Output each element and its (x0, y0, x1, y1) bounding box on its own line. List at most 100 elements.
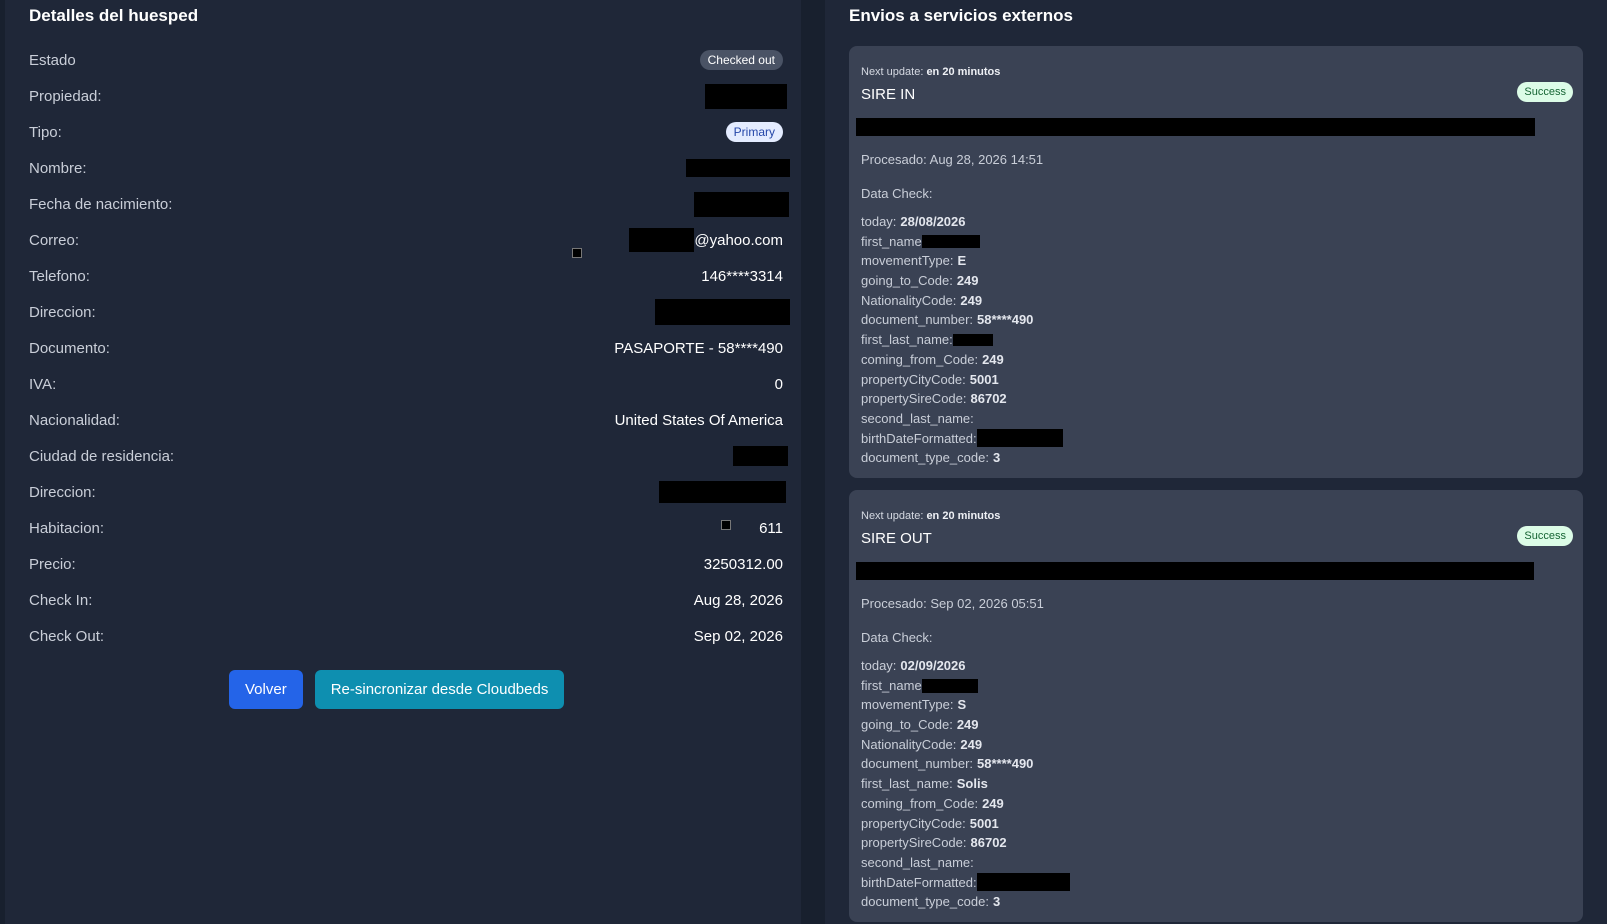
row-label: Ciudad de residencia: (29, 447, 175, 465)
row-label: Nombre: (29, 159, 87, 177)
broken-image-icon (572, 248, 583, 258)
list-item: today: 28/08/2026 (861, 214, 966, 229)
next-update-label: Next update: (861, 66, 924, 78)
next-update: Next update: en 20 minutos (861, 510, 1000, 522)
list-item: going_to_Code: 249 (861, 273, 979, 289)
room-value: 611 (759, 519, 783, 537)
iva-value: 0 (774, 375, 783, 393)
row-label: Fecha de nacimiento: (29, 195, 173, 213)
list-item: first_name (861, 232, 1063, 252)
price-value: 3250312.00 (703, 555, 783, 573)
redacted-value (921, 678, 978, 693)
row-label: Correo: (29, 231, 80, 249)
row-precio: Precio: 3250312.00 (29, 546, 783, 582)
row-label: Documento: (29, 339, 110, 357)
redacted-value (655, 299, 790, 325)
card-title: SIRE IN (861, 86, 916, 103)
list-item: second_last_name: (861, 410, 974, 426)
next-update: Next update: en 20 minutos (861, 66, 1000, 78)
row-direccion: Direccion: (29, 294, 790, 330)
nationality-value: United States Of America (614, 411, 783, 429)
row-nacionalidad: Nacionalidad: United States Of America (29, 402, 783, 438)
row-nombre: Nombre: (29, 150, 790, 186)
list-item: propertyCityCode: 5001 (861, 815, 999, 831)
redacted-value (976, 873, 1070, 892)
list-item: movementType: E (861, 253, 967, 269)
row-check-in: Check In: Aug 28, 2026 (29, 582, 783, 618)
row-iva: IVA: 0 (29, 366, 783, 402)
external-services-title: Envios a servicios externos (849, 6, 1073, 25)
row-telefono: Telefono: 146****3314 (29, 258, 783, 294)
row-label: Precio: (29, 555, 76, 573)
processed-time: Procesado: Sep 02, 2026 05:51 (861, 596, 1044, 611)
status-badge: Success (1517, 526, 1573, 546)
list-item: document_type_code: 3 (861, 450, 1001, 466)
card-title: SIRE OUT (861, 530, 932, 547)
next-update-label: Next update: (861, 510, 924, 522)
redacted-value (856, 118, 1535, 136)
row-label: Check In: (29, 591, 93, 609)
list-item: going_to_Code: 249 (861, 717, 979, 733)
row-label: Estado (29, 51, 76, 69)
redacted-value (694, 191, 789, 217)
redacted-value (952, 333, 993, 346)
redacted-value (629, 228, 695, 252)
list-item: first_last_name: Solis (861, 776, 988, 792)
list-item: document_number: 58****490 (861, 312, 1034, 328)
row-estado: Estado Checked out (29, 42, 783, 78)
row-propiedad: Propiedad: (29, 78, 787, 114)
sync-card-sire-out: Next update: en 20 minutos SIRE OUT Succ… (849, 490, 1583, 922)
row-label: Propiedad: (29, 87, 102, 105)
external-services-panel: Envios a servicios externos Next update:… (825, 0, 1607, 924)
list-item: NationalityCode: 249 (861, 292, 983, 308)
guest-details-panel: Detalles del huesped Estado Checked out … (5, 0, 801, 924)
status-badge: Checked out (699, 50, 783, 70)
list-item: document_type_code: 3 (861, 894, 1001, 910)
redacted-value (976, 429, 1063, 448)
row-label: Tipo: (29, 123, 62, 141)
list-item: document_number: 58****490 (861, 756, 1034, 772)
data-check-list: today: 02/09/2026 first_name movementType… (861, 656, 1070, 912)
phone-value: 146****3314 (701, 267, 783, 285)
row-documento: Documento: PASAPORTE - 58****490 (29, 330, 783, 366)
check-out-value: Sep 02, 2026 (693, 627, 783, 645)
row-label: Direccion: (29, 303, 96, 321)
check-in-value: Aug 28, 2026 (693, 591, 783, 609)
list-item: birthDateFormatted: (861, 429, 1063, 449)
row-label: Nacionalidad: (29, 411, 120, 429)
data-check-label: Data Check: (861, 630, 933, 645)
row-check-out: Check Out: Sep 02, 2026 (29, 618, 783, 654)
row-label: Habitacion: (29, 519, 105, 537)
document-value: PASAPORTE - 58****490 (614, 339, 783, 357)
data-check-label: Data Check: (861, 186, 933, 201)
redacted-value (733, 446, 788, 466)
list-item: propertySireCode: 86702 (861, 835, 1007, 851)
list-item: propertyCityCode: 5001 (861, 371, 999, 387)
guest-details-list: Estado Checked out Propiedad: Tipo: Prim… (29, 42, 790, 654)
redacted-value (856, 562, 1534, 580)
list-item: NationalityCode: 249 (861, 736, 983, 752)
action-buttons: Volver Re-sincronizar desde Cloudbeds (229, 670, 565, 709)
redacted-value (686, 159, 790, 177)
row-tipo: Tipo: Primary (29, 114, 783, 150)
redacted-value (705, 83, 787, 109)
list-item: coming_from_Code: 249 (861, 351, 1004, 367)
redacted-value (921, 235, 980, 249)
list-item: birthDateFormatted: (861, 873, 1070, 893)
list-item: propertySireCode: 86702 (861, 391, 1007, 407)
next-update-value: en 20 minutos (926, 66, 1001, 78)
list-item: today: 02/09/2026 (861, 658, 966, 673)
processed-time: Procesado: Aug 28, 2026 14:51 (861, 152, 1044, 167)
list-item: coming_from_Code: 249 (861, 795, 1004, 811)
row-label: Telefono: (29, 267, 90, 285)
row-ciudad: Ciudad de residencia: (29, 438, 788, 474)
type-badge: Primary (725, 122, 783, 142)
list-item: first_name (861, 676, 1070, 696)
status-badge: Success (1517, 82, 1573, 102)
broken-image-icon (721, 520, 732, 530)
back-button[interactable]: Volver (229, 670, 303, 709)
list-item: first_last_name: (861, 330, 1063, 350)
resync-cloudbeds-button[interactable]: Re-sincronizar desde Cloudbeds (314, 670, 565, 709)
row-habitacion: Habitacion: 611 (29, 510, 783, 546)
list-item: movementType: S (861, 697, 967, 713)
